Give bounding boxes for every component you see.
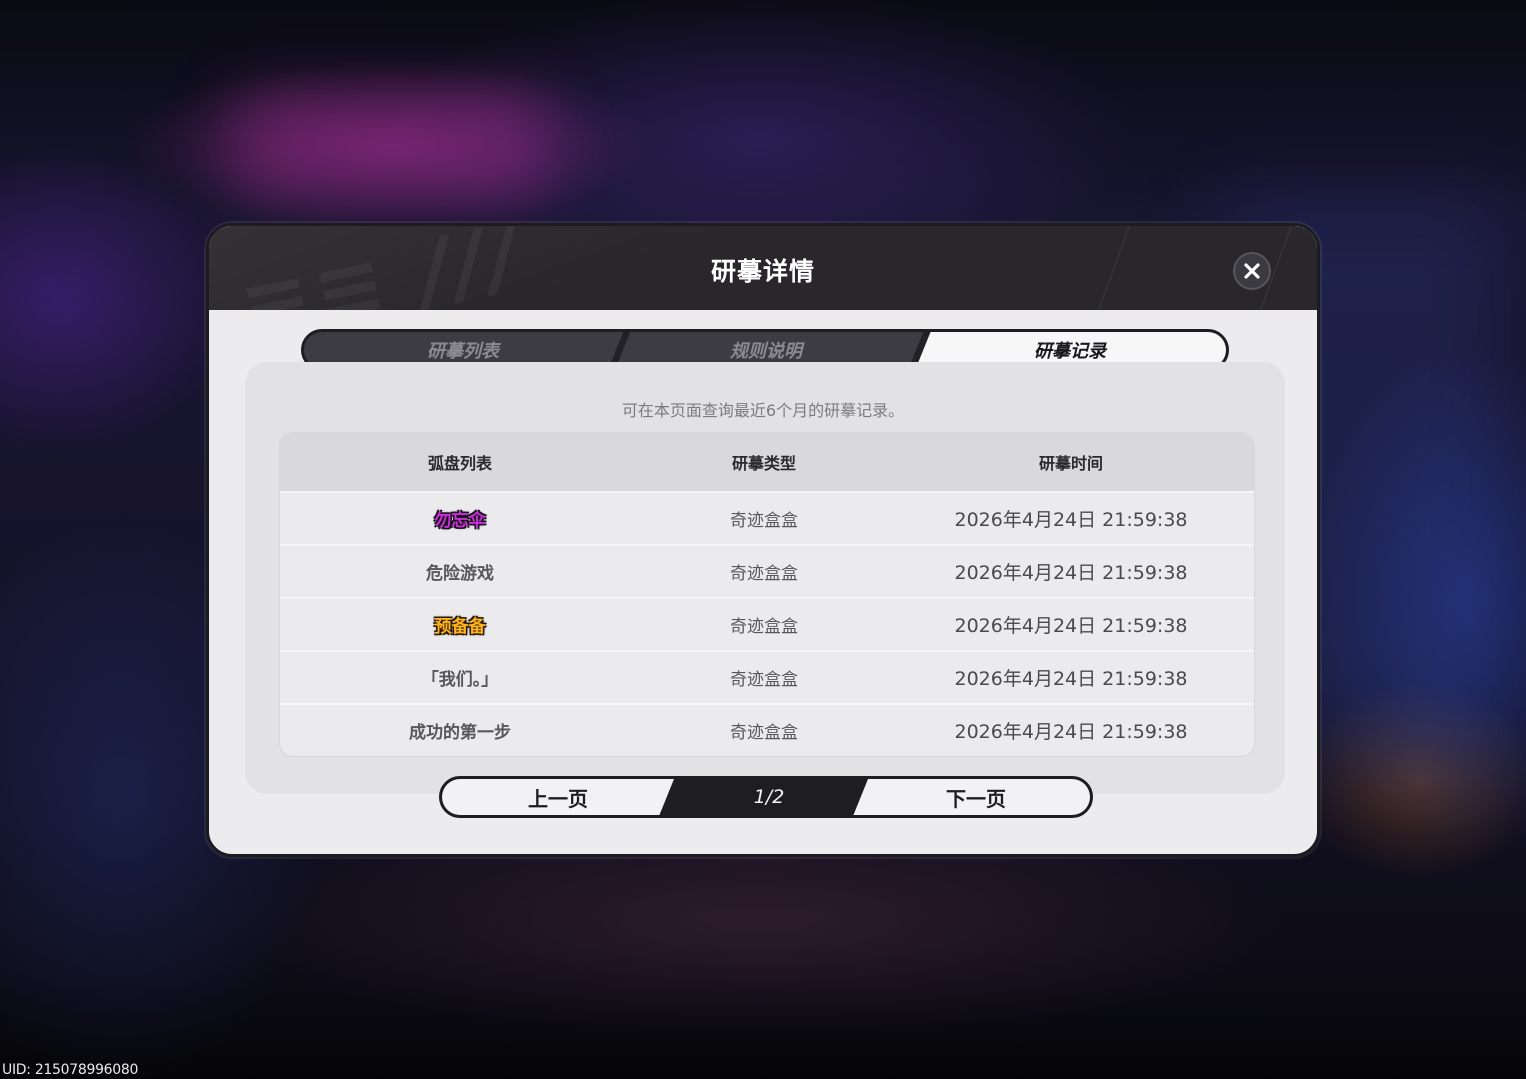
table-row: 「我们。」 奇迹盒盒 2026年4月24日 21:59:38 (280, 652, 1254, 705)
item-name: 预备备 (434, 617, 486, 637)
gacha-type: 奇迹盒盒 (730, 564, 798, 584)
table-header: 弧盘列表 研摹类型 研摹时间 (280, 433, 1254, 493)
item-name: 勿忘伞 (434, 511, 486, 531)
next-page-button[interactable]: 下一页 (860, 779, 1090, 815)
gacha-type: 奇迹盒盒 (730, 723, 798, 743)
table-row: 成功的第一步 奇迹盒盒 2026年4月24日 21:59:38 (280, 705, 1254, 756)
gacha-time: 2026年4月24日 21:59:38 (954, 562, 1188, 584)
prev-page-button[interactable]: 上一页 (442, 779, 674, 815)
item-name: 成功的第一步 (409, 723, 511, 743)
close-button[interactable] (1233, 252, 1271, 290)
gacha-type: 奇迹盒盒 (730, 617, 798, 637)
header-time: 研摹时间 (1038, 454, 1103, 473)
page-indicator: 1/2 (753, 786, 785, 808)
pagination: 上一页 1/2 下一页 (439, 776, 1093, 818)
gacha-time: 2026年4月24日 21:59:38 (954, 668, 1188, 690)
uid-label: UID: 215078996080 (2, 1062, 139, 1078)
dialog-title: 研摹详情 (710, 257, 815, 286)
history-table: 弧盘列表 研摹类型 研摹时间 勿忘伞 奇迹盒盒 2026年4月24日 21:59… (279, 432, 1255, 757)
gacha-type: 奇迹盒盒 (730, 511, 798, 531)
header-item: 弧盘列表 (427, 454, 492, 473)
gacha-time: 2026年4月24日 21:59:38 (954, 615, 1188, 637)
table-row: 勿忘伞 奇迹盒盒 2026年4月24日 21:59:38 (280, 493, 1254, 546)
gacha-details-dialog: ≡≡ /// 研摹详情 研摹列表 规则说明 研摹记录 可在本页面查询最近6个月的… (206, 223, 1320, 857)
gacha-type: 奇迹盒盒 (730, 670, 798, 690)
dialog-header: ≡≡ /// 研摹详情 (209, 226, 1317, 310)
background-glow (230, 90, 550, 200)
header-type: 研摹类型 (731, 454, 796, 473)
history-hint-text: 可在本页面查询最近6个月的研摹记录。 (621, 401, 905, 420)
item-name: 危险游戏 (426, 564, 494, 584)
table-row: 危险游戏 奇迹盒盒 2026年4月24日 21:59:38 (280, 546, 1254, 599)
gacha-time: 2026年4月24日 21:59:38 (954, 721, 1188, 743)
item-name: 「我们。」 (421, 670, 499, 690)
table-row: 预备备 奇迹盒盒 2026年4月24日 21:59:38 (280, 599, 1254, 652)
close-icon (1244, 263, 1260, 279)
gacha-time: 2026年4月24日 21:59:38 (954, 509, 1188, 531)
